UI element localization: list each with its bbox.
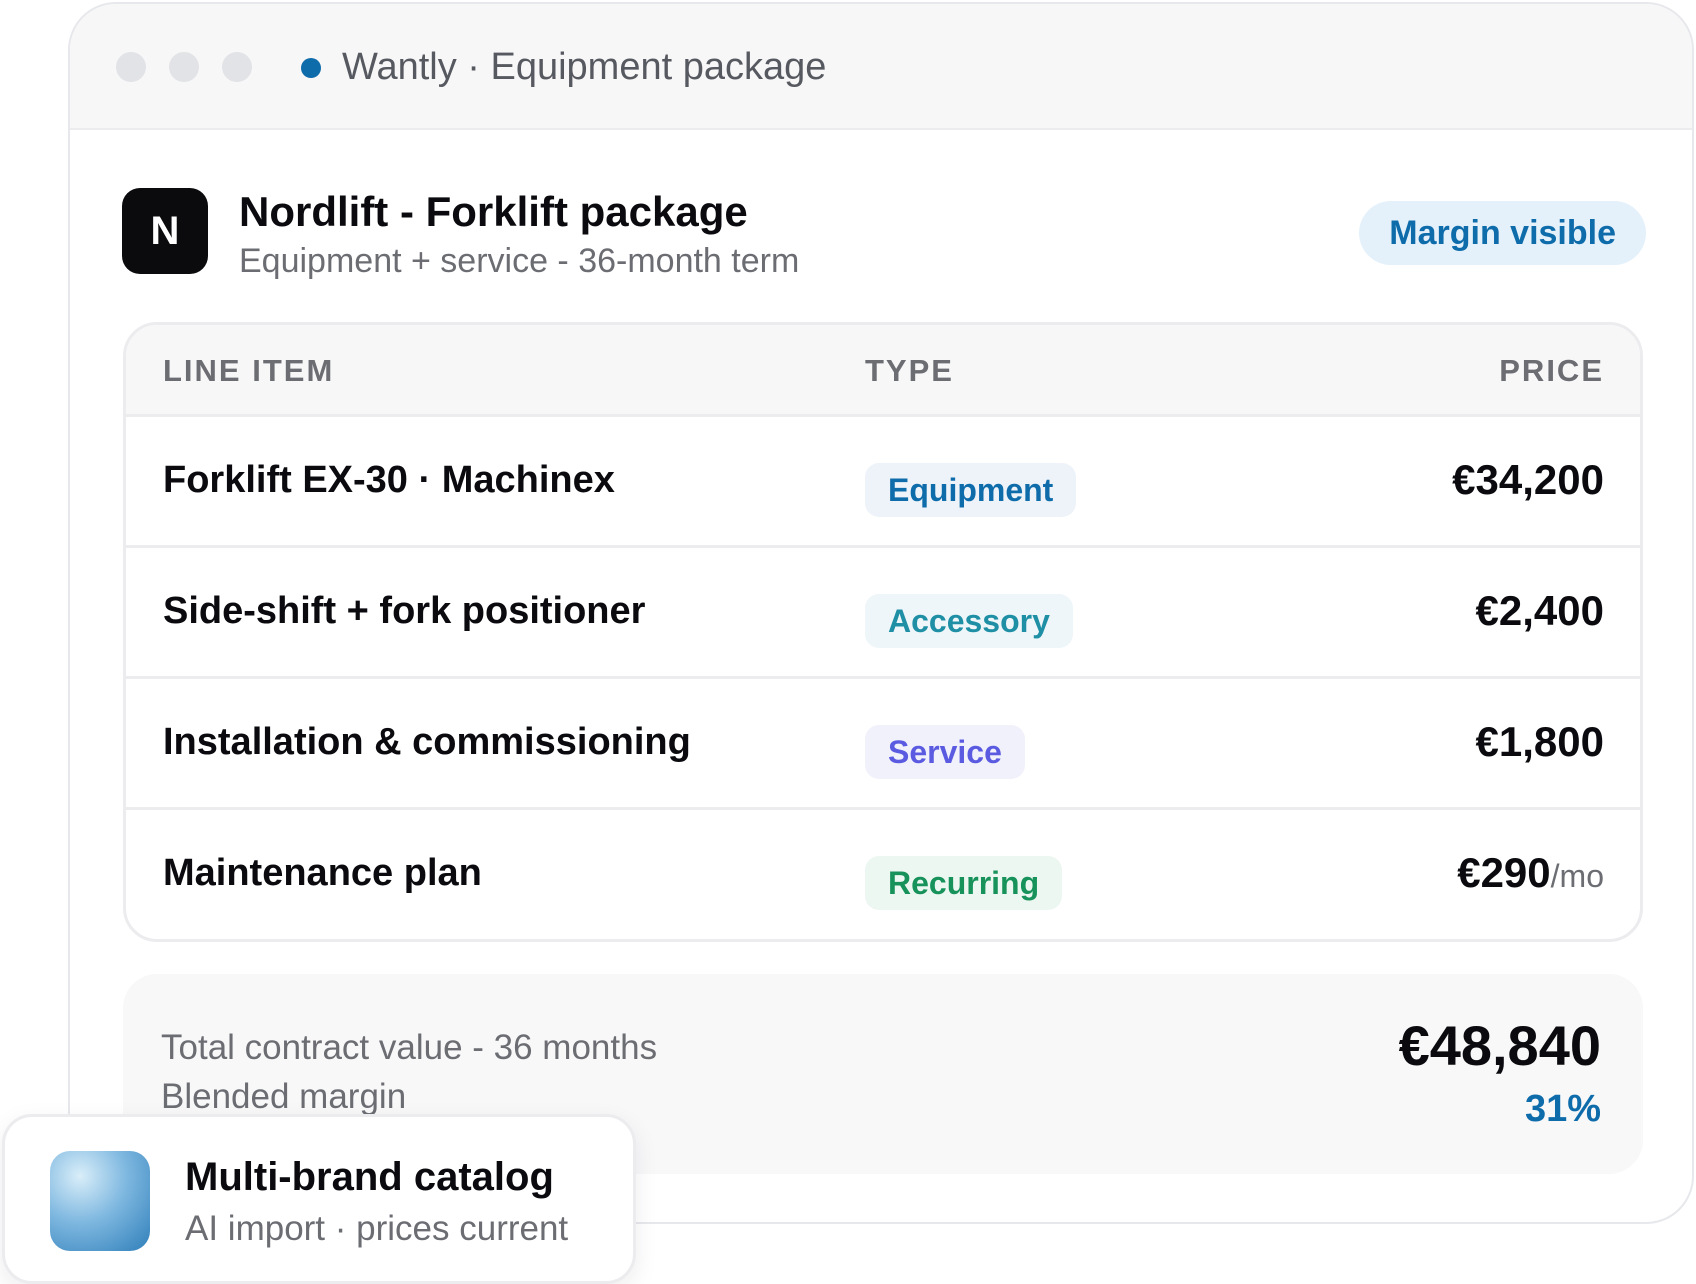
package-title: Nordlift - Forklift package: [239, 188, 748, 235]
catalog-icon: [50, 1151, 150, 1251]
window-close-button[interactable]: [116, 52, 146, 82]
column-header-line-item: LINE ITEM: [163, 353, 335, 388]
line-item-price: €2,400: [1476, 586, 1604, 639]
blended-margin-label: Blended margin: [161, 1077, 407, 1116]
price-amount: €2,400: [1475, 587, 1604, 634]
line-item-price: €1,800: [1476, 717, 1604, 770]
line-item-name: Maintenance plan: [163, 852, 482, 894]
table-header: LINE ITEM TYPE PRICE: [126, 325, 1640, 417]
type-badge: Service: [865, 725, 1025, 779]
table-row[interactable]: Installation & commissioning Service €1,…: [126, 679, 1640, 810]
price-amount: €290: [1457, 849, 1551, 896]
window-maximize-button[interactable]: [222, 52, 252, 82]
column-header-type: TYPE: [865, 353, 954, 388]
company-logo: N: [122, 188, 208, 274]
type-badge: Recurring: [865, 856, 1063, 910]
app-window: Wantly · Equipment package N Nordlift - …: [68, 2, 1694, 1224]
table-row[interactable]: Maintenance plan Recurring €290/mo: [126, 810, 1640, 939]
table-row[interactable]: Forklift EX-30 · Machinex Equipment €34,…: [126, 417, 1640, 548]
line-item-name: Installation & commissioning: [163, 721, 691, 763]
total-contract-label: Total contract value - 36 months: [161, 1028, 658, 1067]
column-header-price: PRICE: [1499, 353, 1604, 388]
catalog-title: Multi-brand catalog: [185, 1155, 554, 1199]
line-item-price: €34,200: [1452, 455, 1604, 508]
line-item-price: €290/mo: [1457, 848, 1604, 901]
line-item-name: Side-shift + fork positioner: [163, 590, 646, 632]
total-contract-value: €48,840: [1398, 1014, 1601, 1077]
catalog-subtitle: AI import · prices current: [185, 1209, 569, 1248]
line-items-table: LINE ITEM TYPE PRICE Forklift EX-30 · Ma…: [123, 322, 1643, 942]
type-badge: Accessory: [865, 594, 1073, 648]
line-item-name: Forklift EX-30 · Machinex: [163, 459, 615, 501]
blended-margin-value: 31%: [1524, 1088, 1601, 1130]
status-dot-icon: [301, 58, 321, 78]
title-bar: Wantly · Equipment package: [70, 4, 1692, 130]
window-minimize-button[interactable]: [169, 52, 199, 82]
price-amount: €34,200: [1452, 456, 1604, 503]
package-subtitle: Equipment + service - 36-month term: [239, 242, 800, 280]
window-title: Wantly · Equipment package: [342, 46, 827, 88]
price-amount: €1,800: [1475, 718, 1604, 765]
table-row[interactable]: Side-shift + fork positioner Accessory €…: [126, 548, 1640, 679]
catalog-card[interactable]: Multi-brand catalog AI import · prices c…: [2, 1114, 636, 1284]
margin-visible-toggle[interactable]: Margin visible: [1359, 201, 1646, 265]
price-unit: /mo: [1550, 858, 1604, 894]
type-badge: Equipment: [865, 463, 1077, 517]
